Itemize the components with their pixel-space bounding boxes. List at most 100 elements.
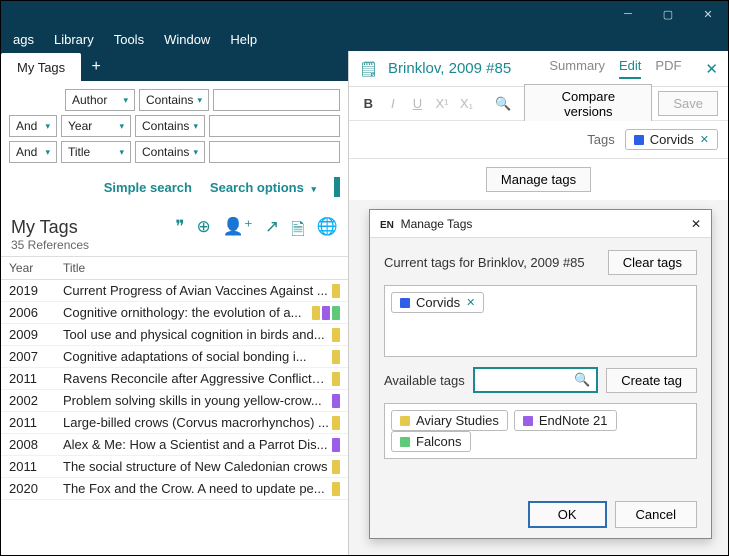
tag-search-input[interactable]: 🔍 — [473, 367, 599, 393]
search-value-input[interactable] — [209, 141, 340, 163]
search-icon[interactable]: 🔍 — [494, 96, 513, 112]
table-row[interactable]: 2008Alex & Me: How a Scientist and a Par… — [1, 434, 348, 456]
table-row[interactable]: 2011The social structure of New Caledoni… — [1, 456, 348, 478]
maximize-button[interactable]: ▢ — [648, 1, 688, 27]
col-title[interactable]: Title — [63, 261, 340, 275]
tag-marker-icon — [332, 438, 340, 452]
create-tag-button[interactable]: Create tag — [606, 368, 697, 393]
menubar: ags Library Tools Window Help — [1, 27, 728, 51]
close-button[interactable]: ✕ — [688, 1, 728, 27]
group-count: 35 References — [11, 238, 89, 252]
col-year[interactable]: Year — [9, 261, 63, 275]
compare-versions-button[interactable]: Compare versions — [524, 84, 652, 124]
fulltext-icon[interactable]: 🗎 — [291, 217, 305, 246]
tags-field-label: Tags — [587, 132, 614, 147]
save-button[interactable]: Save — [658, 91, 718, 116]
reference-icon: 🗒 — [359, 60, 378, 78]
clear-tags-button[interactable]: Clear tags — [608, 250, 697, 275]
cell-title: Large-billed crows (Corvus macrorhynchos… — [63, 415, 330, 430]
italic-icon[interactable]: I — [384, 96, 403, 111]
available-tags-label: Available tags — [384, 373, 465, 388]
search-value-input[interactable] — [209, 115, 340, 137]
tab-edit[interactable]: Edit — [619, 58, 641, 79]
tab-summary[interactable]: Summary — [549, 58, 605, 79]
add-person-icon[interactable]: 👤⁺ — [223, 217, 253, 246]
quote-icon[interactable]: ❞ — [175, 217, 184, 246]
simple-search-link[interactable]: Simple search — [104, 180, 192, 195]
tab-add-button[interactable]: + — [81, 53, 111, 81]
menu-window[interactable]: Window — [154, 32, 220, 47]
tabbar: My Tags + — [1, 51, 348, 81]
tag-chip-label: EndNote 21 — [539, 413, 608, 428]
table-row[interactable]: 2009Tool use and physical cognition in b… — [1, 324, 348, 346]
available-tag-chip[interactable]: Falcons — [391, 431, 471, 452]
superscript-icon[interactable]: X¹ — [433, 96, 452, 111]
search-area: Author▾Contains▾ And▾Year▾Contains▾ And▾… — [1, 81, 348, 171]
bool-select[interactable]: And▾ — [9, 141, 57, 163]
tag-marker-icon — [332, 416, 340, 430]
table-row[interactable]: 2020The Fox and the Crow. A need to upda… — [1, 478, 348, 500]
tab-pdf[interactable]: PDF — [655, 58, 681, 79]
cell-year: 2008 — [9, 437, 63, 452]
add-ref-icon[interactable]: ⊕ — [197, 217, 211, 246]
underline-icon[interactable]: U — [408, 96, 427, 111]
cell-title: Current Progress of Avian Vaccines Again… — [63, 283, 330, 298]
subscript-icon[interactable]: X₁ — [457, 96, 476, 111]
tag-chip-corvids[interactable]: Corvids ✕ — [625, 129, 718, 150]
search-options-link[interactable]: Search options ▾ — [210, 180, 316, 195]
table-row[interactable]: 2011Ravens Reconcile after Aggressive Co… — [1, 368, 348, 390]
table-row[interactable]: 2019Current Progress of Avian Vaccines A… — [1, 280, 348, 302]
cell-year: 2019 — [9, 283, 63, 298]
dialog-title: EN Manage Tags — [380, 217, 472, 231]
available-tag-chip[interactable]: Aviary Studies — [391, 410, 508, 431]
search-accent — [334, 177, 340, 197]
group-title: My Tags — [11, 217, 89, 238]
tag-remove-icon[interactable]: ✕ — [466, 296, 475, 309]
manage-tags-button[interactable]: Manage tags — [486, 167, 591, 192]
cell-title: Alex & Me: How a Scientist and a Parrot … — [63, 437, 330, 452]
dialog-close-icon[interactable]: ✕ — [691, 217, 701, 231]
operator-select[interactable]: Contains▾ — [135, 115, 205, 137]
tag-marker-icon — [332, 306, 340, 320]
tag-chip-label: Falcons — [416, 434, 462, 449]
table-row[interactable]: 2002Problem solving skills in young yell… — [1, 390, 348, 412]
table-row[interactable]: 2007Cognitive adaptations of social bond… — [1, 346, 348, 368]
cell-title: Cognitive adaptations of social bonding … — [63, 349, 330, 364]
close-panel-icon[interactable]: ✕ — [705, 60, 718, 78]
search-icon: 🔍 — [574, 372, 590, 388]
menu-tools[interactable]: Tools — [104, 32, 154, 47]
field-select[interactable]: Title▾ — [61, 141, 131, 163]
cell-year: 2006 — [9, 305, 63, 320]
ok-button[interactable]: OK — [528, 501, 607, 528]
tag-remove-icon[interactable]: ✕ — [700, 133, 709, 146]
bold-icon[interactable]: B — [359, 96, 378, 111]
share-icon[interactable]: ↗ — [265, 217, 279, 246]
menu-help[interactable]: Help — [220, 32, 267, 47]
tag-marker-icon — [332, 482, 340, 496]
table-header: Year Title — [1, 256, 348, 280]
tag-color-icon — [523, 416, 533, 426]
minimize-button[interactable]: ─ — [608, 1, 648, 27]
cell-year: 2011 — [9, 415, 63, 430]
search-value-input[interactable] — [213, 89, 340, 111]
operator-select[interactable]: Contains▾ — [139, 89, 209, 111]
web-icon[interactable]: 🌐 — [317, 217, 338, 246]
table-row[interactable]: 2006Cognitive ornithology: the evolution… — [1, 302, 348, 324]
tag-marker-icon — [332, 328, 340, 342]
available-tag-chip[interactable]: EndNote 21 — [514, 410, 617, 431]
operator-select[interactable]: Contains▾ — [135, 141, 205, 163]
cancel-button[interactable]: Cancel — [615, 501, 697, 528]
menu-tags[interactable]: ags — [3, 32, 44, 47]
menu-library[interactable]: Library — [44, 32, 104, 47]
tag-chip-label: Aviary Studies — [416, 413, 499, 428]
dialog-tag-corvids[interactable]: Corvids ✕ — [391, 292, 484, 313]
cell-year: 2002 — [9, 393, 63, 408]
bool-select[interactable]: And▾ — [9, 115, 57, 137]
tab-mytags[interactable]: My Tags — [1, 53, 81, 81]
tag-color-icon — [400, 416, 410, 426]
table-row[interactable]: 2011Large-billed crows (Corvus macrorhyn… — [1, 412, 348, 434]
cell-title: Problem solving skills in young yellow-c… — [63, 393, 330, 408]
tag-marker-icon — [332, 372, 340, 386]
field-select[interactable]: Year▾ — [61, 115, 131, 137]
field-select[interactable]: Author▾ — [65, 89, 135, 111]
